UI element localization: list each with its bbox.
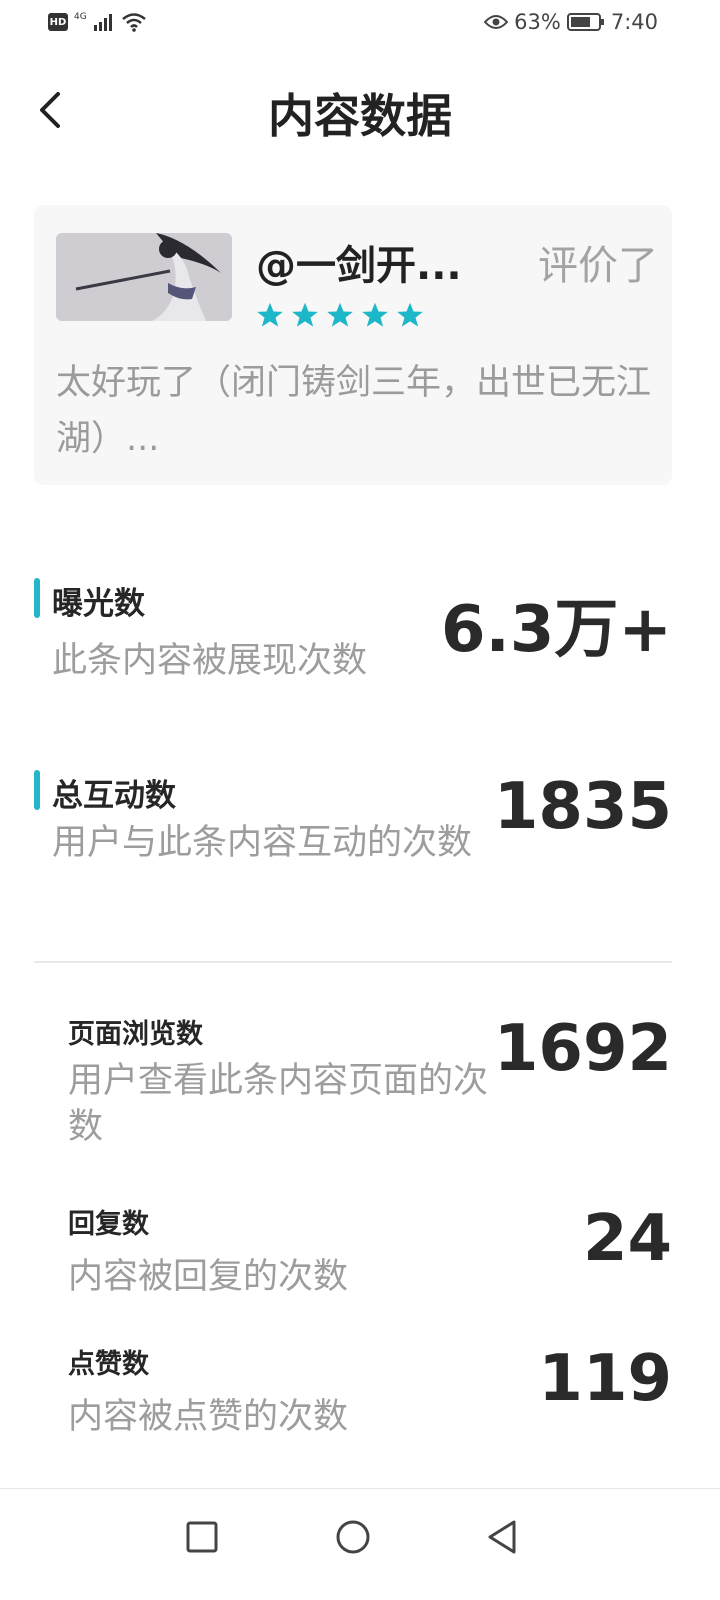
back-nav-button[interactable] (476, 1511, 528, 1563)
status-bar: HD 4G 63% 7:40 (0, 0, 720, 48)
star-icon (257, 302, 283, 327)
metric-value: 6.3万+ (441, 593, 672, 667)
metric-description: 内容被点赞的次数 (68, 1397, 349, 1437)
metric-description: 用户查看此条内容页面的次数 (68, 1061, 489, 1147)
network-type: 4G (74, 12, 87, 22)
nav-square-icon (186, 1521, 218, 1553)
wifi-icon (121, 13, 146, 32)
metric-title: 页面浏览数 (68, 1019, 203, 1050)
metric-value: 119 (538, 1342, 672, 1416)
metric-exposure: 曝光数 此条内容被展现次数 6.3万+ (0, 578, 720, 688)
recents-button[interactable] (176, 1511, 228, 1563)
signal-icon (93, 14, 112, 31)
status-right: 63% 7:40 (484, 10, 658, 34)
review-card[interactable]: @一剑开... 评价了 太好玩了（闭门铸剑三年，出世已无江湖）... (34, 205, 672, 485)
system-nav-bar (0, 1488, 720, 1600)
metric-title: 总互动数 (52, 778, 176, 814)
metric-description: 内容被回复的次数 (68, 1257, 349, 1297)
metric-title: 曝光数 (52, 586, 145, 622)
metric-title: 回复数 (68, 1209, 149, 1240)
review-action-label: 评价了 (538, 243, 658, 289)
metric-value: 1835 (493, 770, 672, 844)
battery-icon (566, 13, 604, 31)
page-header: 内容数据 (0, 62, 720, 158)
battery-percent: 63% (514, 10, 561, 34)
nav-circle-icon (336, 1520, 370, 1554)
home-button[interactable] (327, 1511, 379, 1563)
metric-description: 用户与此条内容互动的次数 (52, 823, 473, 863)
metric-value: 1692 (493, 1012, 672, 1086)
star-icon (327, 302, 353, 327)
star-icon (397, 302, 423, 327)
metric-replies: 回复数 内容被回复的次数 24 (0, 1202, 720, 1302)
page-title: 内容数据 (268, 89, 452, 143)
status-left: HD 4G (48, 12, 147, 32)
metric-title: 点赞数 (68, 1349, 149, 1380)
nav-triangle-icon (488, 1520, 516, 1554)
metric-description: 此条内容被展现次数 (52, 641, 368, 681)
review-text: 太好玩了（闭门铸剑三年，出世已无江湖）... (56, 363, 652, 459)
review-thumbnail (56, 233, 232, 321)
star-rating (256, 301, 424, 329)
hd-badge: HD (48, 13, 68, 31)
metric-value: 24 (582, 1202, 672, 1276)
star-icon (292, 302, 318, 327)
star-icon (362, 302, 388, 327)
reviewer-name[interactable]: @一剑开... (256, 233, 462, 291)
divider (34, 961, 672, 963)
clock: 7:40 (610, 10, 658, 34)
metric-page-views: 页面浏览数 用户查看此条内容页面的次数 1692 (0, 1012, 720, 1162)
metric-likes: 点赞数 内容被点赞的次数 119 (0, 1342, 720, 1442)
metric-interactions: 总互动数 用户与此条内容互动的次数 1835 (0, 770, 720, 920)
eye-icon (484, 15, 509, 29)
accent-bar (34, 578, 40, 618)
accent-bar (34, 770, 40, 810)
